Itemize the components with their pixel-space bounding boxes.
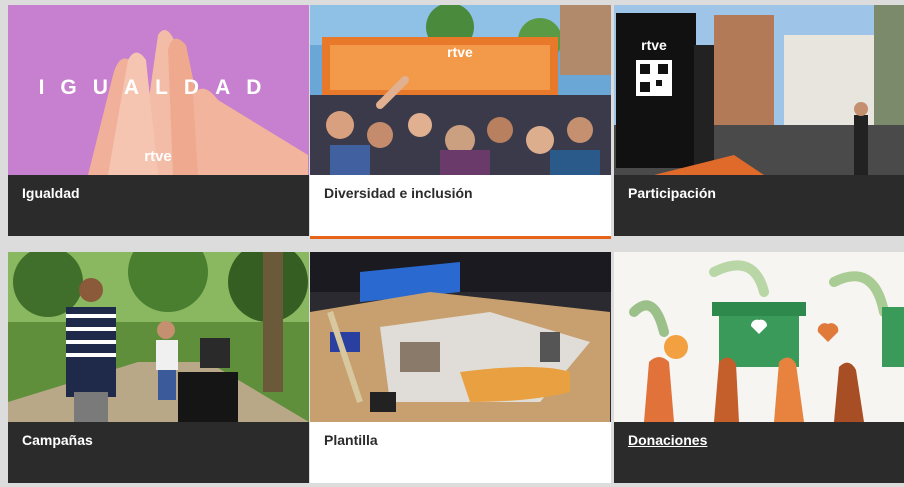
card-label: Participación [628, 185, 716, 201]
igualdad-image-text: IGUALDAD [39, 76, 278, 99]
park-interview-image [8, 252, 309, 422]
card-label: Donaciones [628, 432, 708, 448]
card-caption-donaciones: Donaciones [614, 422, 904, 483]
card-label: Campañas [22, 432, 93, 448]
card-caption-campanas: Campañas [8, 422, 309, 483]
totem-rtve-text: rtve [641, 37, 667, 53]
card-caption-diversidad: Diversidad e inclusión [310, 175, 611, 239]
card-campanas[interactable]: Campañas [8, 252, 309, 487]
rtve-logo-text: rtve [144, 148, 172, 165]
card-igualdad[interactable]: IGUALDAD rtve Igualdad [8, 5, 309, 236]
card-label: Diversidad e inclusión [324, 185, 473, 201]
madrid-street-event-image: rtve [614, 5, 904, 175]
card-image-campanas [8, 252, 309, 422]
banner-rtve-text: rtve [447, 44, 473, 60]
card-caption-participacion: Participación [614, 175, 904, 236]
card-caption-plantilla: Plantilla [310, 422, 611, 483]
card-donaciones[interactable]: Donaciones [614, 252, 904, 487]
card-participacion[interactable]: rtve Participación [614, 5, 904, 236]
card-image-participacion: rtve [614, 5, 904, 175]
card-image-diversidad: rtve [310, 5, 611, 175]
card-image-donaciones [614, 252, 904, 422]
card-image-plantilla [310, 252, 611, 422]
hands-together-image: IGUALDAD rtve [8, 5, 309, 175]
pride-crowd-image: rtve [310, 5, 611, 175]
card-diversidad[interactable]: rtve Diversidad e inclusión [310, 5, 611, 239]
card-caption-igualdad: Igualdad [8, 175, 309, 236]
tv-studio-image [310, 252, 611, 422]
donation-illustration [614, 252, 904, 422]
card-label: Plantilla [324, 432, 378, 448]
card-image-igualdad: IGUALDAD rtve [8, 5, 309, 175]
card-label: Igualdad [22, 185, 80, 201]
card-plantilla[interactable]: Plantilla [310, 252, 611, 487]
